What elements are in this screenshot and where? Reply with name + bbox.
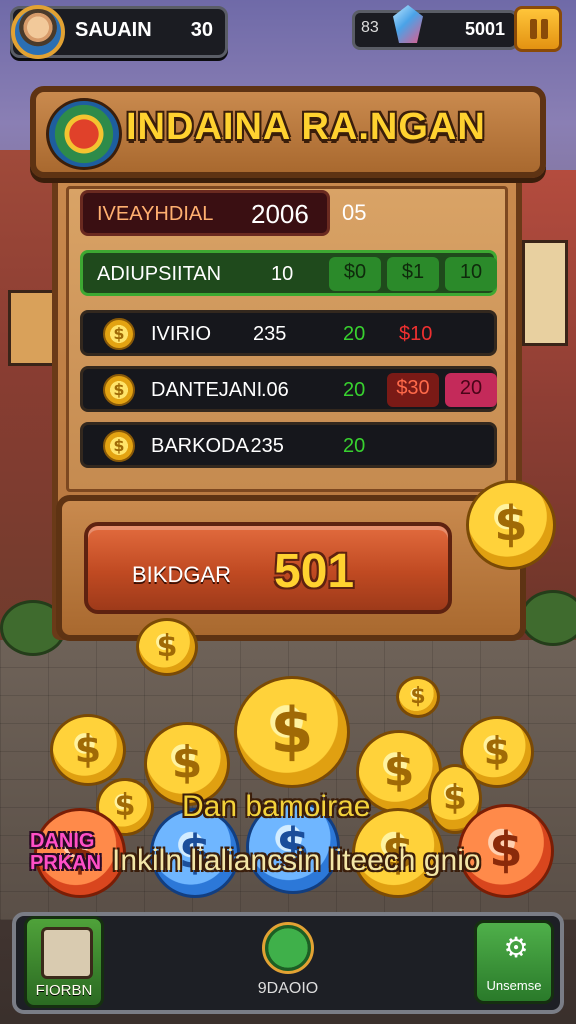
dollar-coin-icon: $ [50,714,126,786]
dollar-coin-icon: $ [466,480,556,570]
chip-button[interactable]: $30 [387,373,439,407]
chip-button[interactable]: 10 [445,257,497,291]
row-label: IVEAYHDIAL [97,203,214,225]
stat-row: $ IVIRIO 235 20 $10 [80,310,497,356]
dollar-coin-icon: $ [136,618,198,676]
dollar-coin-icon: $ [234,676,350,788]
coin-icon: $ [103,430,135,462]
coin-icon: $ [103,318,135,350]
board-title: INDAINA RA.NGAN [126,106,486,148]
chip-button[interactable]: $0 [329,257,381,291]
stat-row: $ BARKODA .235 20 [80,422,497,468]
player-name: SAUAIN [75,19,152,41]
nav-profile-label: FIORBN [35,982,93,999]
promo-subtitle: Inkiln lialiancsin liteech gnio [112,844,481,877]
stat-row: ADIUPSIITAN 10 $0 $1 10 [80,250,497,296]
gem-count: 83 [361,19,379,36]
nav-settings-label: Unsemse [486,978,542,993]
row-value: .235 [245,435,284,457]
title-plank: INDAINA RA.NGAN [30,86,546,178]
row-label: ADIUPSIITAN [97,263,222,285]
player-avatar[interactable] [11,5,65,59]
gear-icon: ⚙ [503,931,529,964]
chip-button[interactable]: 20 [445,373,497,407]
sword-icon[interactable] [262,922,314,974]
pause-button[interactable] [514,6,562,52]
row-value: 235 [253,323,287,345]
currency-panel[interactable]: 83 5001 [352,5,518,50]
dollar-coin-icon: $ [396,676,440,718]
row-red-value: $10 [399,323,433,345]
row-label: IVIRIO [151,323,212,345]
character-icon [41,927,93,979]
row-green-value: 20 [343,379,366,401]
collect-button[interactable]: BIKDGAR 501 [84,522,452,614]
coin-icon: $ [103,374,135,406]
chip-button[interactable]: $1 [387,257,439,291]
row-value: .06 [261,379,289,401]
row-value: 2006 [251,199,309,229]
promo-headline: Dan bamoirae [182,790,371,823]
row-label: DANTEJANI [151,379,263,401]
collect-button-value: 501 [274,545,355,598]
promo-badge-line: PRKAN [30,852,102,874]
nav-settings-button[interactable]: ⚙ Unsemse [474,920,554,1004]
row-green-value: 20 [343,435,366,457]
nav-center-label: 9DAOIO [257,980,319,997]
collect-button-label: BIKDGAR [132,562,232,587]
gem-icon [393,5,423,43]
promo-badge-line: DANIG [30,830,95,852]
promo-badge: DANIG PRKAN [30,830,101,874]
nav-profile-button[interactable]: FIORBN [24,916,104,1008]
player-level: 30 [190,19,213,41]
emblem-icon [46,98,122,170]
player-profile-panel[interactable]: SAUAIN 30 [10,5,228,59]
coin-balance: 5001 [464,19,505,39]
row-label: BARKODA [151,435,249,457]
row-green-value: 20 [343,323,366,345]
stat-row: $ DANTEJANI .06 20 $30 20 [80,366,497,412]
row-extra-value: 05 [342,200,367,225]
row-value: 10 [271,263,294,285]
stat-row: IVEAYHDIAL 2006 [80,190,330,236]
